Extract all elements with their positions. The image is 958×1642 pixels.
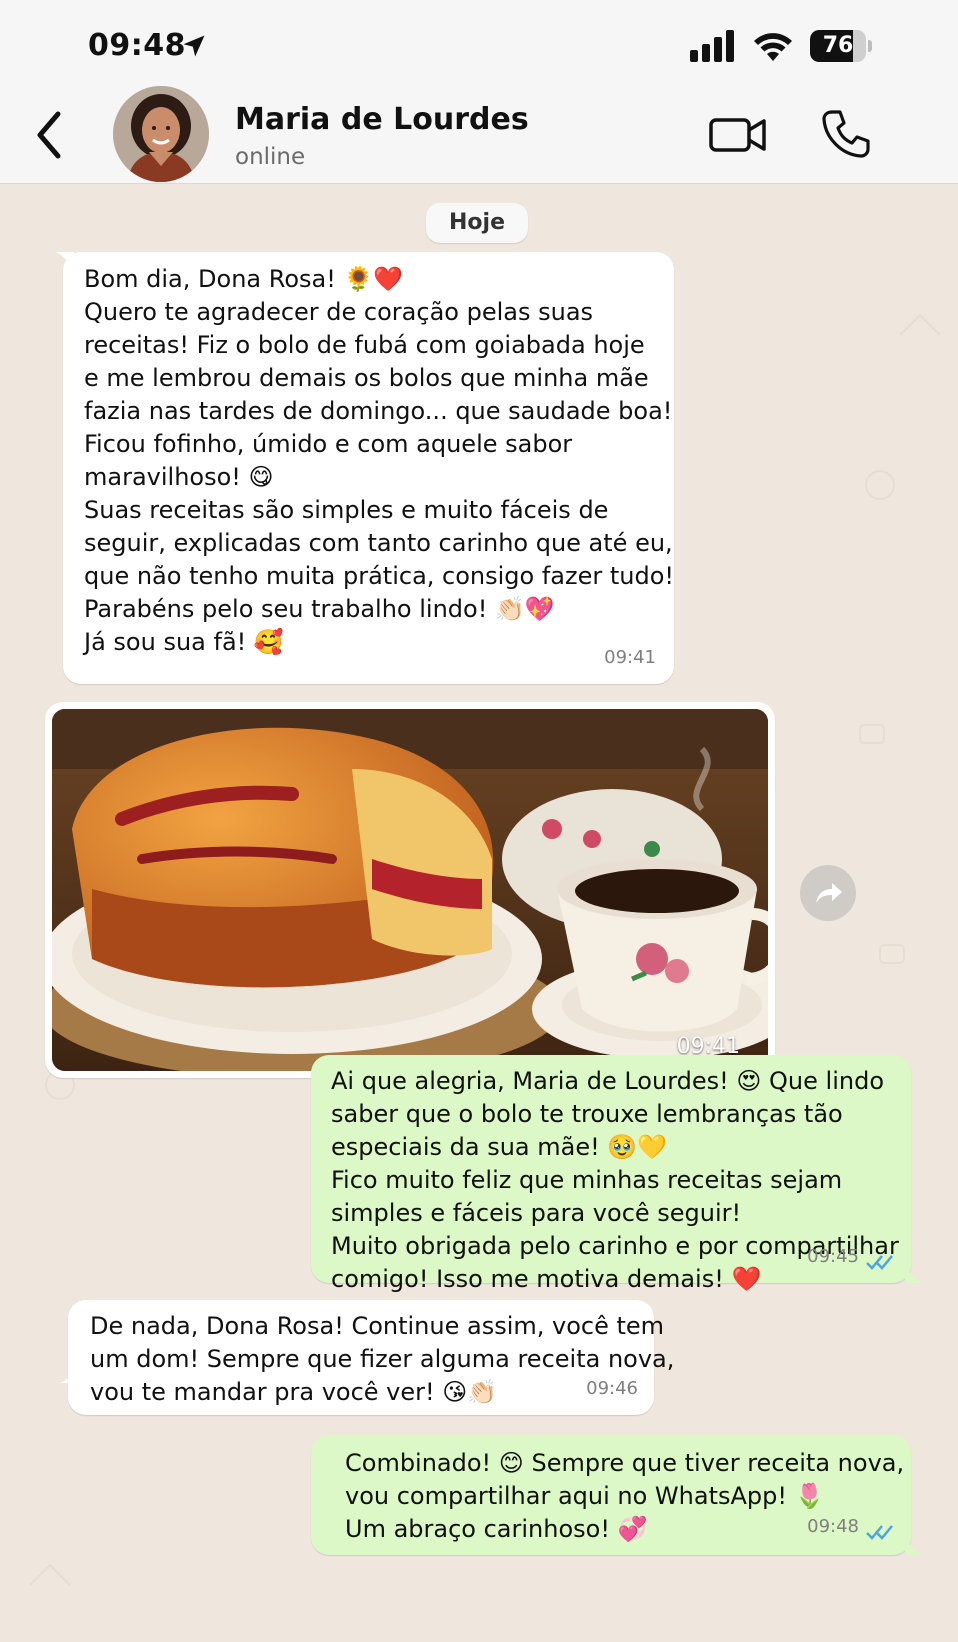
message-text-line: que não tenho muita prática, consigo faz… (84, 562, 675, 590)
location-arrow-icon (183, 35, 205, 57)
message-text-line: Já sou sua fã! 🥰 (84, 628, 284, 656)
contact-name[interactable]: Maria de Lourdes (235, 102, 529, 137)
message-text-line: fazia nas tardes de domingo... que sauda… (84, 397, 673, 425)
chat-header: Maria de Lourdes online (0, 86, 958, 184)
message-text-line: Ficou fofinho, úmido e com aquele sabor (84, 430, 573, 458)
message-text-line: maravilhoso! 😋 (84, 463, 274, 491)
double-check-read-icon (866, 1255, 893, 1270)
message-text-line: Ai que alegria, Maria de Lourdes! 😍 Que … (331, 1067, 884, 1095)
chat-area[interactable]: Hoje Bom dia, Dona Rosa! 🌻❤️ Quero te ag… (0, 185, 958, 1642)
double-check-read-icon (866, 1525, 893, 1540)
message-text-line: e me lembrou demais os bolos que minha m… (84, 364, 649, 392)
message-text-line: vou te mandar pra você ver! 😘👏🏻 (90, 1378, 498, 1406)
message-text-line: Quero te agradecer de coração pelas suas (84, 298, 594, 326)
status-bar: 09:48 76 (0, 0, 958, 86)
date-separator: Hoje (426, 203, 528, 243)
phone-icon[interactable] (820, 108, 872, 160)
video-camera-icon[interactable] (708, 112, 768, 158)
message-text-line: seguir, explicadas com tanto carinho que… (84, 529, 673, 557)
message-text-line: Combinado! 😊 Sempre que tiver receita no… (345, 1449, 905, 1477)
message-time: 09:46 (586, 1378, 638, 1399)
battery-level: 76 (822, 33, 854, 58)
message-bubble-outgoing[interactable]: Combinado! 😊 Sempre que tiver receita no… (311, 1435, 911, 1555)
message-text-line: especiais da sua mãe! 🥹💛 (331, 1133, 668, 1161)
message-bubble-incoming[interactable]: Bom dia, Dona Rosa! 🌻❤️ Quero te agradec… (63, 252, 674, 684)
message-time: 09:48 (807, 1516, 859, 1537)
status-time: 09:48 (88, 28, 186, 63)
message-text-line: Parabéns pelo seu trabalho lindo! 👏🏻💖 (84, 595, 555, 623)
contact-status: online (235, 144, 306, 170)
bubble-tail (905, 1265, 923, 1283)
message-text-line: Fico muito feliz que minhas receitas sej… (331, 1166, 843, 1194)
message-text-line: simples e fáceis para você seguir! (331, 1199, 742, 1227)
message-time: 09:45 (807, 1246, 859, 1267)
message-text-line: Bom dia, Dona Rosa! 🌻❤️ (84, 265, 404, 293)
message-text-line: um dom! Sempre que fizer alguma receita … (90, 1345, 675, 1373)
message-bubble-incoming[interactable]: De nada, Dona Rosa! Continue assim, você… (68, 1300, 675, 1415)
image-message-bubble[interactable]: 09:41 (45, 702, 775, 1078)
back-chevron-icon[interactable] (30, 108, 70, 162)
message-bubble-outgoing[interactable]: Ai que alegria, Maria de Lourdes! 😍 Que … (311, 1055, 911, 1293)
wifi-icon (754, 33, 792, 61)
cake-coffee-illustration (52, 709, 768, 1071)
message-text-line: Suas receitas são simples e muito fáceis… (84, 496, 609, 524)
message-time: 09:41 (604, 647, 656, 668)
photo-cake-coffee[interactable]: 09:41 (52, 709, 768, 1071)
message-text-line: saber que o bolo te trouxe lembranças tã… (331, 1100, 843, 1128)
message-text-line: vou compartilhar aqui no WhatsApp! 🌷 (345, 1482, 825, 1510)
message-text-line: De nada, Dona Rosa! Continue assim, você… (90, 1312, 665, 1340)
message-text-line: receitas! Fiz o bolo de fubá com goiabad… (84, 331, 645, 359)
bubble-tail (905, 1537, 923, 1555)
avatar[interactable] (113, 86, 209, 182)
battery-icon: 76 (810, 30, 872, 62)
forward-icon[interactable] (800, 865, 856, 921)
signal-icon (690, 30, 734, 62)
message-text-line: Um abraço carinhoso! 💞 (345, 1515, 648, 1543)
